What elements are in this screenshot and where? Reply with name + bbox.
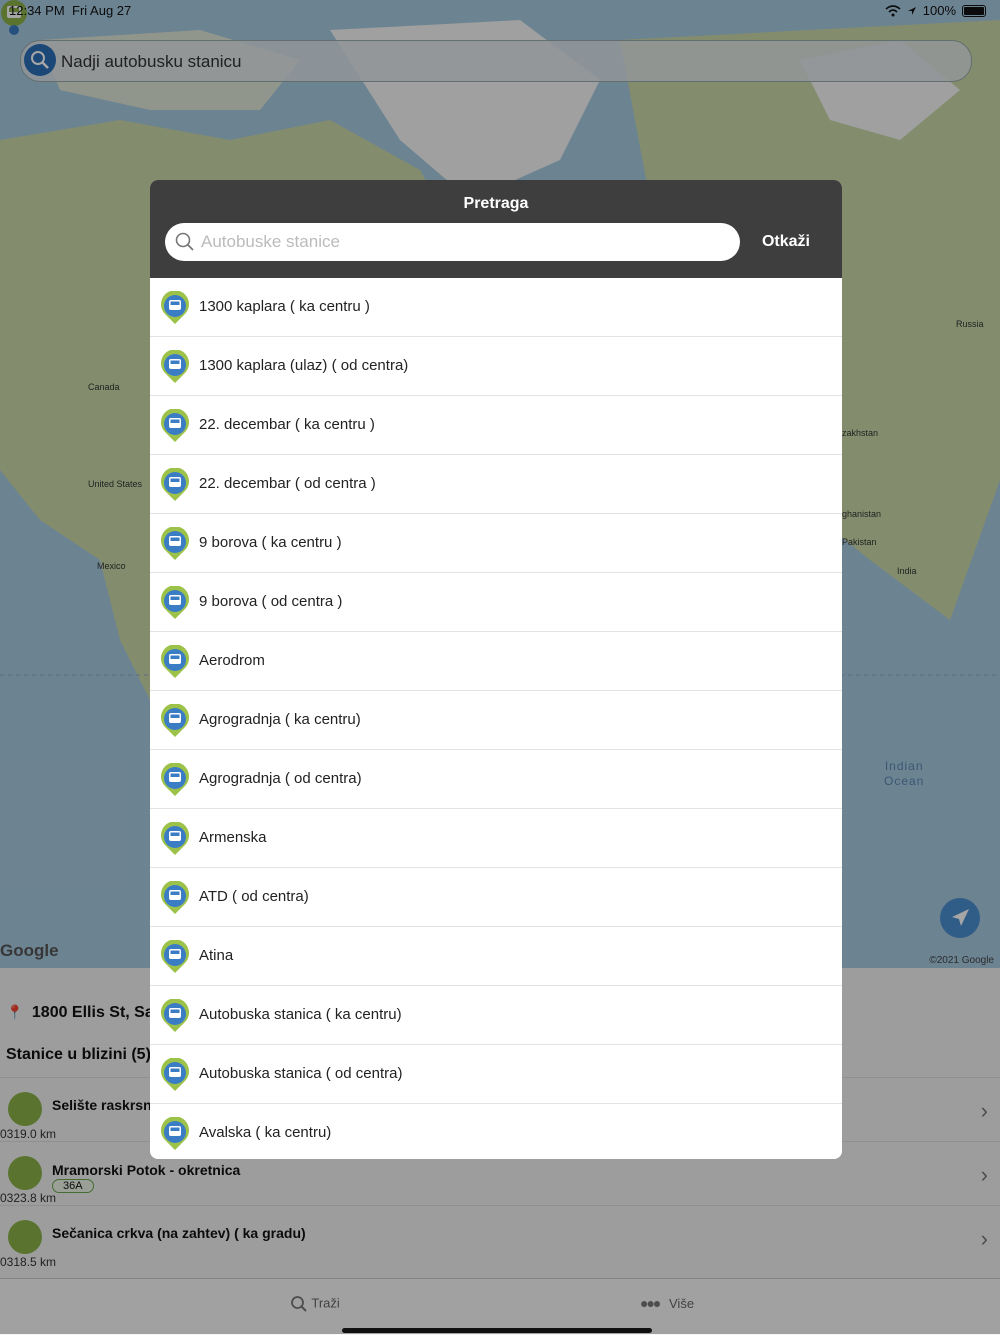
bus-stop-pin-icon <box>161 586 189 619</box>
bus-stop-pin-icon <box>161 881 189 914</box>
search-icon <box>175 232 194 251</box>
station-name: ATD ( od centra) <box>199 888 309 905</box>
modal-title: Pretraga <box>463 195 529 212</box>
station-list-item[interactable]: Armenska <box>150 809 842 868</box>
modal-search-input[interactable] <box>199 231 723 253</box>
station-list-item[interactable]: ATD ( od centra) <box>150 868 842 927</box>
bus-stop-pin-icon <box>161 704 189 737</box>
station-name: 22. decembar ( ka centru ) <box>199 416 375 433</box>
station-name: Atina <box>199 947 234 964</box>
search-modal: Pretraga Otkaži 1300 kaplara ( ka centru… <box>150 180 842 1159</box>
station-name: 9 borova ( ka centru ) <box>199 534 342 551</box>
station-name: 1300 kaplara (ulaz) ( od centra) <box>199 357 409 374</box>
bus-stop-pin-icon <box>161 999 189 1032</box>
bus-stop-pin-icon <box>161 527 189 560</box>
station-list-item[interactable]: 22. decembar ( od centra ) <box>150 455 842 514</box>
station-name: Agrogradnja ( od centra) <box>199 770 362 787</box>
station-name: Avalska ( ka centru) <box>199 1124 332 1141</box>
station-list-item[interactable]: 9 borova ( ka centru ) <box>150 514 842 573</box>
station-list-item[interactable]: Agrogradnja ( od centra) <box>150 750 842 809</box>
modal-header: Pretraga Otkaži <box>150 180 842 278</box>
station-name: Aerodrom <box>199 652 265 669</box>
station-list-item[interactable]: 22. decembar ( ka centru ) <box>150 396 842 455</box>
station-list-item[interactable]: Autobuska stanica ( ka centru) <box>150 986 842 1045</box>
station-list: 1300 kaplara ( ka centru ) 1300 kaplara … <box>150 278 842 1159</box>
station-list-item[interactable]: Avalska ( ka centru) <box>150 1104 842 1159</box>
station-list-item[interactable]: Atina <box>150 927 842 986</box>
bus-stop-pin-icon <box>161 1058 189 1091</box>
bus-stop-pin-icon <box>161 1117 189 1150</box>
bus-stop-pin-icon <box>161 822 189 855</box>
bus-stop-pin-icon <box>161 645 189 678</box>
bus-stop-pin-icon <box>161 940 189 973</box>
bus-stop-pin-icon <box>161 291 189 324</box>
bus-stop-pin-icon <box>161 409 189 442</box>
station-list-item[interactable]: Agrogradnja ( ka centru) <box>150 691 842 750</box>
home-indicator <box>342 1328 652 1333</box>
modal-search-field[interactable] <box>165 223 740 261</box>
station-name: 9 borova ( od centra ) <box>199 593 343 610</box>
station-name: Autobuska stanica ( od centra) <box>199 1065 403 1082</box>
station-list-item[interactable]: Autobuska stanica ( od centra) <box>150 1045 842 1104</box>
station-name: 22. decembar ( od centra ) <box>199 475 376 492</box>
station-list-item[interactable]: 9 borova ( od centra ) <box>150 573 842 632</box>
bus-stop-pin-icon <box>161 468 189 501</box>
station-name: Armenska <box>199 829 267 846</box>
station-list-item[interactable]: Aerodrom <box>150 632 842 691</box>
station-list-item[interactable]: 1300 kaplara ( ka centru ) <box>150 278 842 337</box>
station-list-item[interactable]: 1300 kaplara (ulaz) ( od centra) <box>150 337 842 396</box>
station-name: Autobuska stanica ( ka centru) <box>199 1006 402 1023</box>
cancel-button[interactable]: Otkaži <box>748 233 824 251</box>
station-name: Agrogradnja ( ka centru) <box>199 711 361 728</box>
station-name: 1300 kaplara ( ka centru ) <box>199 298 370 315</box>
bus-stop-pin-icon <box>161 350 189 383</box>
bus-stop-pin-icon <box>161 763 189 796</box>
